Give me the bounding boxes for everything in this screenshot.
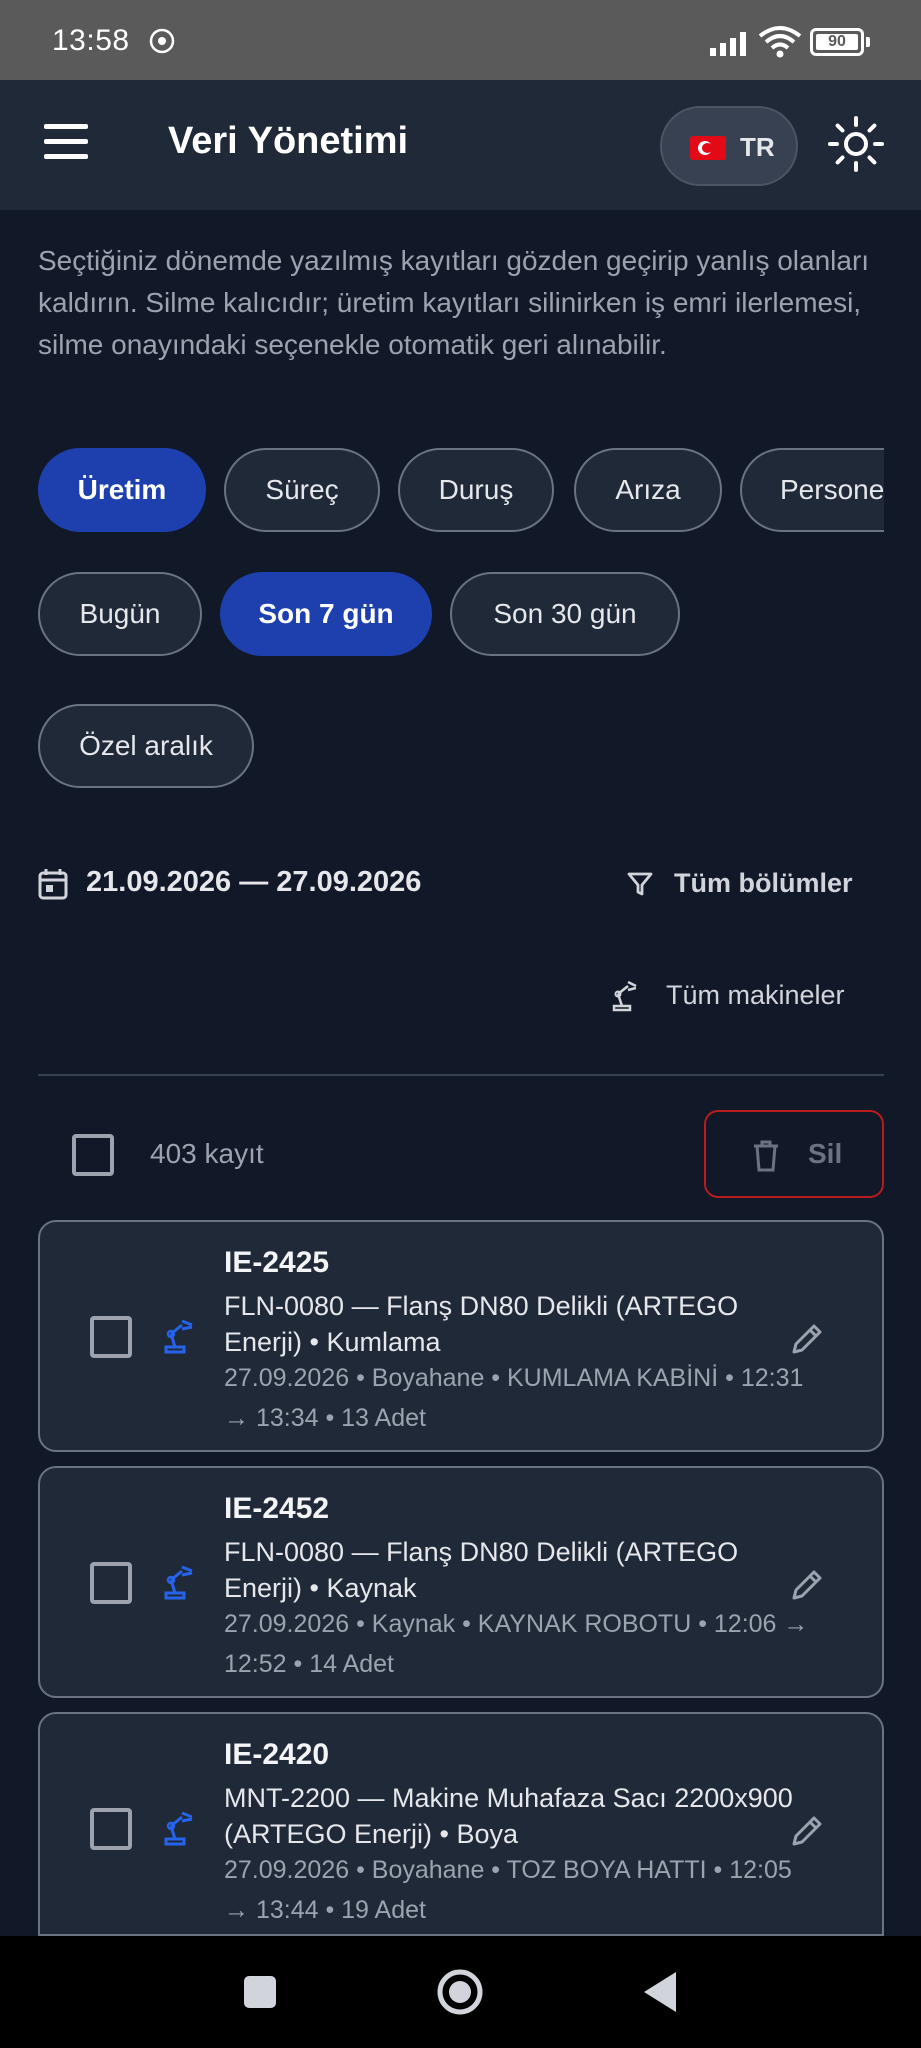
record-count: 403 kayıt xyxy=(150,1138,264,1169)
back-icon[interactable] xyxy=(600,1936,720,2048)
date-range-row: 21.09.2026 — 27.09.2026 Tüm bölümler xyxy=(38,856,884,912)
hamburger-icon xyxy=(36,124,96,159)
chip-surec[interactable]: Süreç xyxy=(224,448,380,532)
chip-durus[interactable]: Duruş xyxy=(398,448,554,532)
record-meta: 27.09.2026 • Boyahane • TOZ BOYA HATTI •… xyxy=(224,1856,792,1924)
pencil-icon[interactable] xyxy=(790,1566,826,1602)
battery-level: 90 xyxy=(828,33,846,50)
menu-button[interactable] xyxy=(36,124,96,168)
wifi-icon xyxy=(758,26,802,58)
machines-filter[interactable]: Tüm makineler xyxy=(610,968,870,1024)
record-product: FLN-0080 — Flanş DN80 Delikli (ARTEGO En… xyxy=(224,1291,739,1357)
calendar-icon xyxy=(38,869,68,900)
system-nav-bar xyxy=(0,1936,921,2048)
chip-son-7-gun[interactable]: Son 7 gün xyxy=(220,572,432,656)
trash-icon xyxy=(754,1140,778,1172)
category-chips: Üretim Süreç Duruş Arıza Personel xyxy=(38,448,884,532)
range-chips: Bugün Son 7 gün Son 30 gün xyxy=(38,572,884,656)
record-checkbox[interactable] xyxy=(90,1316,132,1358)
record-id: IE-2425 xyxy=(224,1246,330,1279)
signal-icon xyxy=(710,32,746,56)
robot-arm-icon xyxy=(164,1811,193,1846)
robot-arm-icon xyxy=(164,1319,193,1354)
page-title: Veri Yönetimi xyxy=(168,120,409,162)
record-product: FLN-0080 — Flanş DN80 Delikli (ARTEGO En… xyxy=(224,1537,739,1603)
language-label: TR xyxy=(740,132,775,162)
chip-son-30-gun[interactable]: Son 30 gün xyxy=(450,572,680,656)
robot-arm-icon xyxy=(612,980,637,1012)
record-checkbox[interactable] xyxy=(90,1808,132,1850)
record-card[interactable]: IE-2420 MNT-2200 — Makine Muhafaza Sacı … xyxy=(38,1712,884,1936)
chip-bugun[interactable]: Bugün xyxy=(38,572,202,656)
recents-icon[interactable] xyxy=(200,1936,320,2048)
robot-arm-icon xyxy=(164,1565,193,1600)
machines-filter-label: Tüm makineler xyxy=(666,980,845,1010)
chip-ozel-aralik[interactable]: Özel aralık xyxy=(38,704,254,788)
language-button[interactable]: TR xyxy=(660,106,798,186)
chip-personel[interactable]: Personel xyxy=(740,448,884,532)
select-all-checkbox[interactable] xyxy=(72,1134,114,1176)
chip-uretim[interactable]: Üretim xyxy=(38,448,206,532)
record-card[interactable]: IE-2425 FLN-0080 — Flanş DN80 Delikli (A… xyxy=(38,1220,884,1452)
pencil-icon[interactable] xyxy=(790,1812,826,1848)
delete-label: Sil xyxy=(808,1138,843,1169)
sun-icon[interactable] xyxy=(826,114,886,174)
app-bar: Veri Yönetimi TR xyxy=(0,80,921,210)
record-meta: 27.09.2026 • Boyahane • KUMLAMA KABİNİ •… xyxy=(224,1364,804,1432)
record-card[interactable]: IE-2452 FLN-0080 — Flanş DN80 Delikli (A… xyxy=(38,1466,884,1698)
record-id: IE-2452 xyxy=(224,1492,330,1525)
home-icon[interactable] xyxy=(400,1936,520,2048)
record-id: IE-2420 xyxy=(224,1738,330,1771)
sections-filter[interactable]: Tüm bölümler xyxy=(626,856,886,912)
turkey-flag-icon xyxy=(690,136,726,160)
chip-ariza[interactable]: Arıza xyxy=(574,448,722,532)
status-time: 13:58 xyxy=(52,24,130,57)
pencil-icon[interactable] xyxy=(790,1320,826,1356)
date-range-text[interactable]: 21.09.2026 — 27.09.2026 xyxy=(86,866,421,899)
sections-filter-label: Tüm bölümler xyxy=(674,868,853,898)
filter-icon xyxy=(627,872,653,896)
delete-button[interactable]: Sil xyxy=(704,1110,884,1198)
battery-icon: 90 xyxy=(810,28,870,56)
range-chips-row-2: Özel aralık xyxy=(38,704,258,788)
page-description: Seçtiğiniz dönemde yazılmış kayıtları gö… xyxy=(38,245,870,360)
status-bar: 13:58 90 xyxy=(0,0,921,80)
record-checkbox[interactable] xyxy=(90,1562,132,1604)
record-product: MNT-2200 — Makine Muhafaza Sacı 2200x900… xyxy=(224,1783,793,1849)
record-meta: 27.09.2026 • Kaynak • KAYNAK ROBOTU • 12… xyxy=(224,1610,809,1678)
divider xyxy=(38,1074,884,1076)
notification-icon xyxy=(149,28,175,54)
